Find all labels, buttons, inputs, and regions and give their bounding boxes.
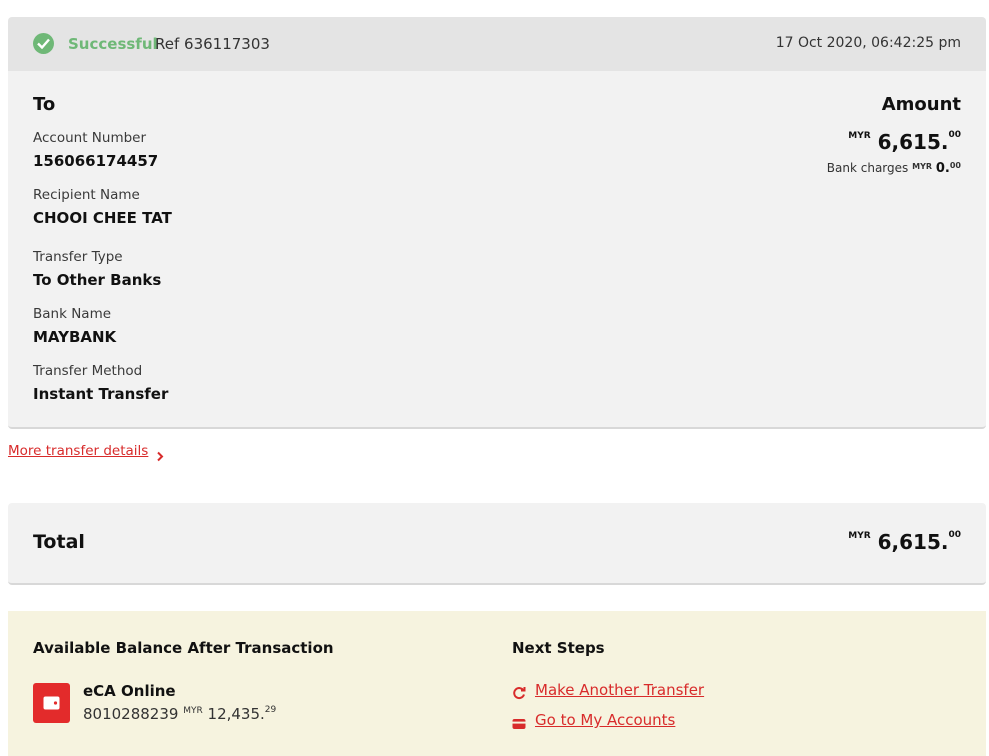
recipient-name-label: Recipient Name [33, 187, 140, 203]
recipient-name-value: CHOOI CHEE TAT [33, 209, 172, 227]
to-title: To [33, 94, 56, 115]
transfer-amount: MYR 6,615.00 [848, 130, 961, 154]
total-cents: 00 [948, 530, 961, 540]
balance-currency: MYR [183, 706, 203, 716]
amount-whole: 6,615. [877, 130, 949, 154]
bank-charges-cents: 00 [949, 161, 961, 170]
reference-number: Ref 636117303 [155, 35, 270, 53]
total-label: Total [33, 531, 85, 553]
balance-and-next-steps-panel: Available Balance After Transaction eCA … [8, 611, 986, 756]
balance-account-number: 8010288239 [83, 705, 179, 723]
refresh-icon[interactable] [512, 685, 526, 704]
total-amount: MYR 6,615.00 [848, 530, 961, 554]
transaction-timestamp: 17 Oct 2020, 06:42:25 pm [775, 35, 961, 51]
transfer-type-label: Transfer Type [33, 249, 123, 265]
status-text: Successful [68, 35, 158, 53]
transfer-method-label: Transfer Method [33, 363, 143, 379]
available-balance-title: Available Balance After Transaction [33, 639, 334, 657]
wallet-icon [33, 683, 70, 723]
account-number-value: 156066174457 [33, 152, 159, 170]
account-number-label: Account Number [33, 130, 147, 146]
total-card: Total MYR 6,615.00 [8, 503, 986, 585]
total-currency: MYR [848, 531, 871, 541]
bank-name-value: MAYBANK [33, 328, 117, 346]
go-to-my-accounts-link[interactable]: Go to My Accounts [535, 711, 675, 729]
more-transfer-details-link[interactable]: More transfer details [8, 443, 148, 459]
amount-title: Amount [881, 94, 961, 115]
bank-name-label: Bank Name [33, 306, 112, 322]
bank-charges-label: Bank charges [826, 161, 909, 175]
balance-whole: 12,435. [207, 705, 265, 723]
next-steps-title: Next Steps [512, 639, 605, 657]
account-balance-line: 8010288239 MYR 12,435.29 [83, 705, 276, 723]
status-header: Successful Ref 636117303 17 Oct 2020, 06… [8, 17, 986, 71]
make-another-transfer-link[interactable]: Make Another Transfer [535, 681, 704, 699]
balance-cents: 29 [264, 705, 277, 715]
chevron-right-icon[interactable] [156, 447, 164, 466]
account-name: eCA Online [83, 682, 176, 700]
bank-charges-whole: 0. [935, 161, 950, 176]
transfer-method-value: Instant Transfer [33, 385, 169, 403]
check-circle-icon [33, 33, 54, 54]
bank-charges: Bank charges MYR 0.00 [827, 161, 961, 176]
transfer-type-value: To Other Banks [33, 271, 162, 289]
amount-currency: MYR [848, 131, 871, 141]
amount-cents: 00 [948, 130, 961, 140]
card-icon[interactable] [512, 715, 526, 734]
total-whole: 6,615. [877, 530, 949, 554]
bank-charges-currency: MYR [912, 162, 933, 171]
transfer-details-card: To Amount Account Number 156066174457 Re… [8, 71, 986, 429]
